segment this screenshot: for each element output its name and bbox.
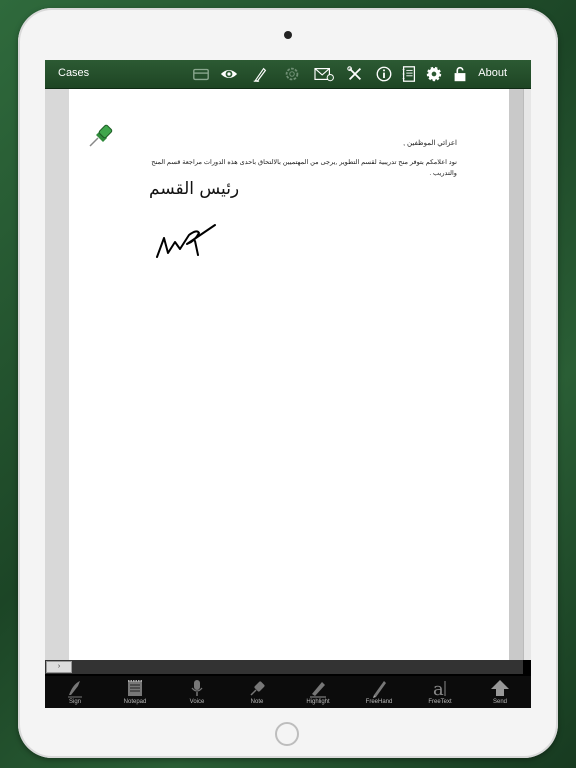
handwritten-signature[interactable] <box>153 211 233 261</box>
about-button[interactable]: About <box>478 67 507 79</box>
note-button[interactable]: Note <box>228 677 286 708</box>
vertical-scrollbar[interactable] <box>523 89 531 660</box>
document-greeting: اعزائي الموظفين , <box>403 140 457 147</box>
sign-icon <box>68 681 82 698</box>
freetext-label: FreeText <box>428 699 452 705</box>
gear-icon[interactable] <box>424 64 444 84</box>
notepad-icon <box>128 680 142 696</box>
signature-title: رئيس القسم <box>149 179 240 199</box>
pen-icon[interactable] <box>250 64 270 84</box>
notepad-button[interactable]: Notepad <box>106 677 164 708</box>
voice-button[interactable]: Voice <box>168 677 226 708</box>
tools-icon[interactable] <box>345 64 365 84</box>
note-pin-icon <box>250 681 265 696</box>
highlight-label: Highlight <box>306 699 330 705</box>
highlight-button[interactable]: Highlight <box>289 677 347 708</box>
card-icon[interactable] <box>191 64 211 84</box>
app-screen: Cases About اعزائي الموظفين , نود اعلامك… <box>45 60 531 708</box>
send-label: Send <box>492 699 507 705</box>
freehand-button[interactable]: FreeHand <box>350 677 408 708</box>
camera-dot <box>284 31 292 39</box>
page-right-rail <box>509 89 523 660</box>
home-button[interactable] <box>275 722 299 746</box>
info-icon[interactable] <box>374 64 394 84</box>
top-toolbar: Cases About <box>45 60 531 89</box>
send-arrow-icon <box>491 680 509 696</box>
notebook-icon[interactable] <box>399 64 419 84</box>
notepad-label: Notepad <box>123 699 147 705</box>
eye-icon[interactable] <box>219 64 239 84</box>
voice-label: Voice <box>189 699 205 705</box>
horizontal-scrollbar[interactable]: › <box>45 660 523 674</box>
svg-text:a: a <box>433 679 444 698</box>
cases-button[interactable]: Cases <box>58 67 89 79</box>
text-a-icon: a <box>433 679 446 698</box>
send-button[interactable]: Send <box>471 677 529 708</box>
scroll-corner <box>523 660 531 674</box>
document-body-text: نود اعلامكم بتوفر منح تدريبية لقسم التطو… <box>151 159 457 177</box>
freetext-button[interactable]: a FreeText <box>411 677 469 708</box>
bottom-toolbar: Sign Notepad Voice Note Highlight FreeHa… <box>45 676 531 708</box>
highlighter-icon <box>310 682 326 698</box>
freehand-label: FreeHand <box>365 699 393 705</box>
ipad-frame: Cases About اعزائي الموظفين , نود اعلامك… <box>18 8 558 758</box>
note-label: Note <box>250 699 264 705</box>
gear-faint-icon[interactable] <box>282 64 302 84</box>
pushpin-icon[interactable] <box>87 123 117 149</box>
scroll-thumb[interactable]: › <box>46 661 72 673</box>
sign-label: Sign <box>68 699 81 705</box>
pencil-icon <box>373 681 386 698</box>
mail-icon[interactable] <box>312 64 336 84</box>
microphone-icon <box>191 680 203 696</box>
document-page[interactable]: اعزائي الموظفين , نود اعلامكم بتوفر منح … <box>69 89 509 660</box>
document-viewer[interactable]: اعزائي الموظفين , نود اعلامكم بتوفر منح … <box>45 89 531 660</box>
lock-icon[interactable] <box>450 64 470 84</box>
sign-button[interactable]: Sign <box>46 677 104 708</box>
